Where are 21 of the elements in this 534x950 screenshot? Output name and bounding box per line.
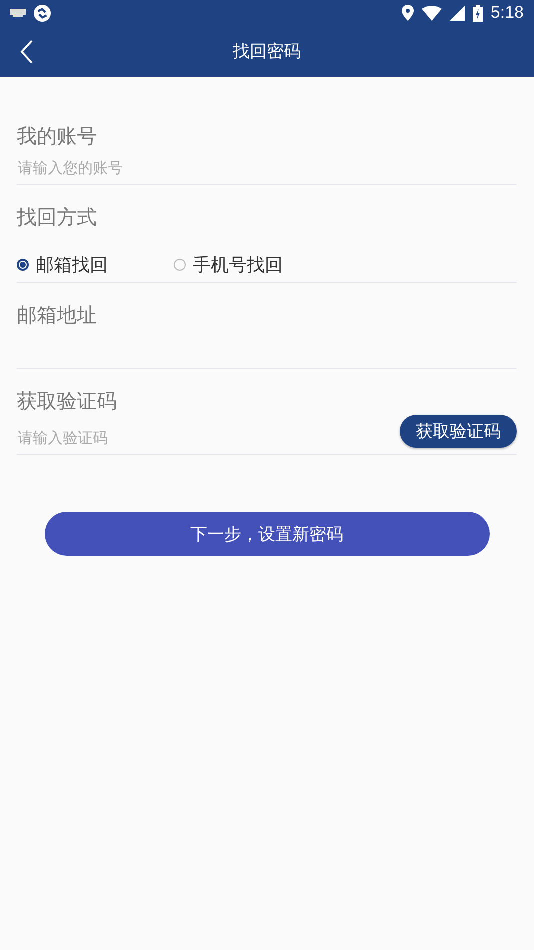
input-field[interactable]: 请输入您的账号 xyxy=(17,152,319,184)
location-icon xyxy=(402,5,414,21)
battery-icon xyxy=(472,4,483,22)
radio-option[interactable]: 邮箱找回 xyxy=(17,253,174,277)
field-label: 邮箱地址 xyxy=(17,302,98,329)
field-label: 找回方式 xyxy=(17,204,98,231)
back-icon[interactable] xyxy=(20,40,34,64)
signal-icon xyxy=(450,6,465,20)
circle-arrows-icon xyxy=(34,4,51,22)
radio-icon[interactable] xyxy=(17,259,29,271)
keyboard-icon xyxy=(10,9,26,17)
radio-icon[interactable] xyxy=(174,259,186,271)
status-time: 5:18 xyxy=(490,3,524,23)
radio-option[interactable]: 手机号找回 xyxy=(174,253,331,277)
wifi-icon xyxy=(422,6,442,20)
field-label: 我的账号 xyxy=(17,123,98,150)
get-code-button[interactable]: 获取验证码 xyxy=(400,415,517,448)
page-title: 找回密码 xyxy=(233,41,301,63)
input-field[interactable]: 请输入验证码 xyxy=(17,422,319,454)
field-label: 获取验证码 xyxy=(17,388,118,415)
next-step-button[interactable]: 下一步，设置新密码 xyxy=(44,512,490,556)
